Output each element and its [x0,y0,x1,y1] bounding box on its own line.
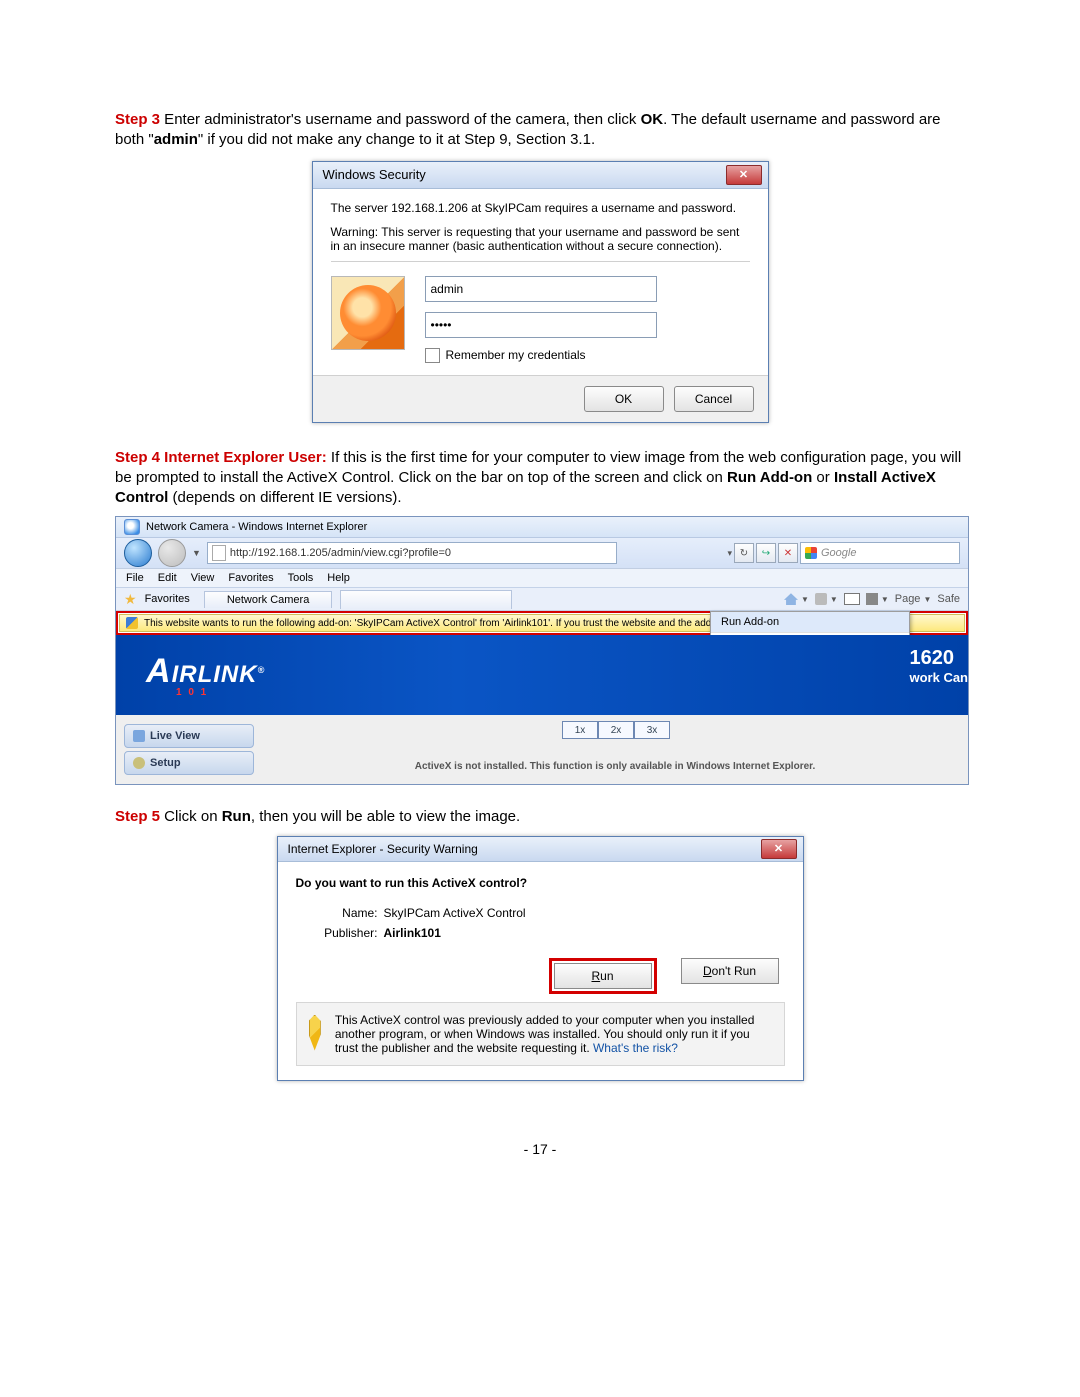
nav-live-view[interactable]: Live View [124,724,254,748]
page-icon [212,545,226,561]
command-bar[interactable]: ▼ ▼ ▼ Page▼ Safe [784,593,960,605]
dont-run-button[interactable]: Don't Run [681,958,779,984]
dialog-question: Do you want to run this ActiveX control? [296,876,785,890]
go-icon[interactable]: ↪ [756,543,776,563]
shield-icon [309,1015,321,1051]
windows-security-dialog: Windows Security ✕ The server 192.168.1.… [312,161,769,423]
password-field[interactable] [425,312,657,338]
shield-icon [126,617,138,629]
ctx-run-addon[interactable]: Run Add-on [711,612,909,633]
remember-checkbox[interactable] [425,348,440,363]
dialog-message2: Warning: This server is requesting that … [331,225,750,253]
close-icon[interactable]: ✕ [761,839,797,859]
menu-bar[interactable]: FileEditViewFavoritesToolsHelp [116,569,968,588]
zoom-controls[interactable]: 1x 2x 3x [562,721,968,739]
whats-the-risk-link[interactable]: What's the risk? [593,1041,678,1055]
remember-label: Remember my credentials [446,348,586,362]
browser-tab[interactable]: Network Camera [204,591,333,608]
forward-button[interactable] [158,539,186,567]
nav-setup[interactable]: Setup [124,751,254,775]
new-tab[interactable] [340,590,512,609]
ok-button[interactable]: OK [584,386,664,412]
home-icon[interactable] [784,593,798,605]
security-warning-dialog: Internet Explorer - Security Warning ✕ D… [277,836,804,1081]
mail-icon[interactable] [844,593,860,605]
print-icon[interactable] [866,593,878,605]
step4-text: Step 4 Internet Explorer User: If this i… [115,448,965,509]
google-icon [805,547,817,559]
airlink-logo: AIRLINK® 1 0 1 [146,652,265,698]
address-bar[interactable]: http://192.168.1.205/admin/view.cgi?prof… [207,542,617,564]
activex-message: ActiveX is not installed. This function … [262,761,968,772]
search-box[interactable]: Google [800,542,960,564]
window-title: Network Camera - Windows Internet Explor… [146,521,367,533]
favorites-icon[interactable]: ★ [124,591,137,608]
run-button[interactable]: Run [554,963,652,989]
cancel-button[interactable]: Cancel [674,386,754,412]
ie-icon [124,519,140,535]
dialog-title: Internet Explorer - Security Warning [288,842,478,856]
username-field[interactable] [425,276,657,302]
gear-icon [133,757,145,769]
dialog-message1: The server 192.168.1.206 at SkyIPCam req… [331,201,750,215]
step5-text: Step 5 Click on Run, then you will be ab… [115,807,965,827]
back-button[interactable] [124,539,152,567]
monitor-icon [133,730,145,742]
stop-icon[interactable]: ✕ [778,543,798,563]
refresh-icon[interactable]: ↻ [734,543,754,563]
dialog-title: Windows Security [323,167,426,182]
ie-window: Network Camera - Windows Internet Explor… [115,516,969,785]
feeds-icon[interactable] [815,593,827,605]
ie-icon [211,594,223,606]
brand-banner: AIRLINK® 1 0 1 1620 work Can [116,635,968,715]
close-icon[interactable]: ✕ [726,165,762,185]
user-avatar [331,276,405,350]
step3-text: Step 3 Enter administrator's username an… [115,110,965,151]
security-note: This ActiveX control was previously adde… [335,1013,772,1055]
page-number: - 17 - [115,1141,965,1157]
